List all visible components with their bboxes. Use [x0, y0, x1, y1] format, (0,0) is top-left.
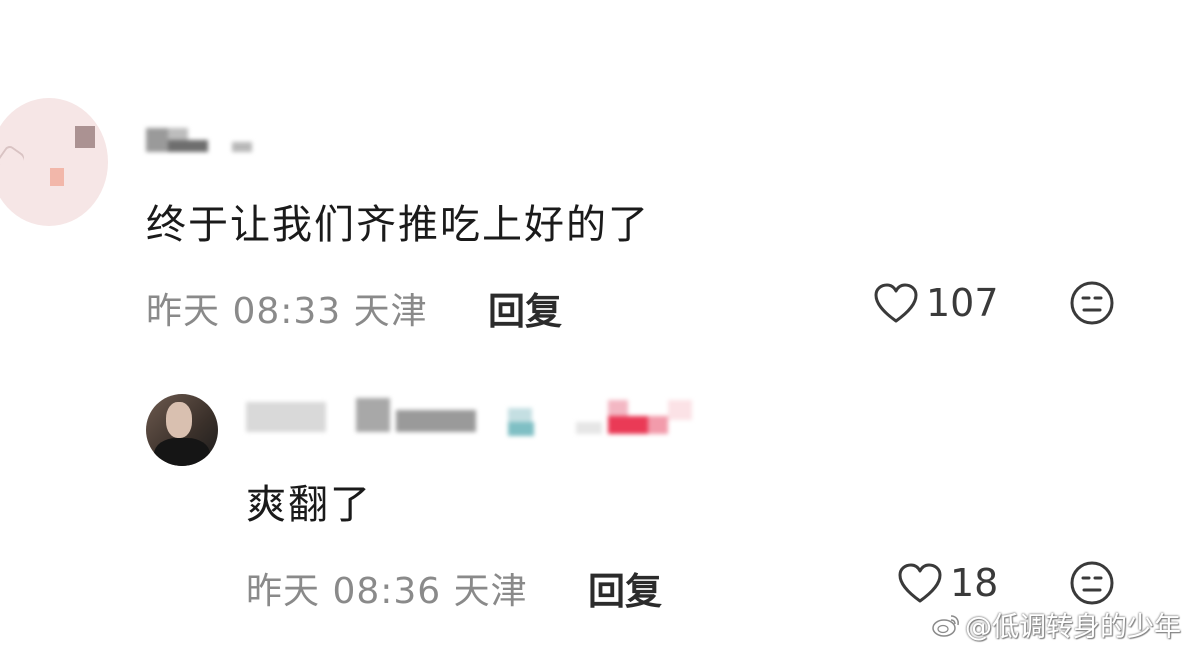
watermark-text: @低调转身的少年 [965, 612, 1181, 643]
reply-button[interactable]: 回复 [588, 561, 662, 615]
like-count: 18 [950, 561, 999, 605]
comment-text: 爽翻了 [246, 482, 372, 528]
like-button[interactable]: 18 [896, 561, 998, 605]
comment-thread: 终于让我们齐推吃上好的了 昨天 08:33 天津 回复 107 爽翻了 昨天 0 [0, 0, 1191, 652]
weibo-watermark: @低调转身的少年 [931, 605, 1181, 644]
comment-location: 天津 [453, 571, 528, 612]
weibo-icon [932, 614, 959, 637]
avatar[interactable] [0, 98, 108, 226]
heart-outline-icon [898, 563, 942, 603]
like-button[interactable]: 107 [872, 281, 999, 325]
username-obscured[interactable] [146, 124, 256, 156]
comment-timestamp: 昨天 08:36 天津 [246, 562, 528, 614]
reply-button[interactable]: 回复 [488, 281, 562, 335]
comment-timestamp: 昨天 08:33 天津 [146, 282, 428, 334]
avatar[interactable] [146, 394, 218, 466]
comment-time: 昨天 08:33 [146, 291, 342, 332]
comment-location: 天津 [353, 291, 428, 332]
like-count: 107 [926, 281, 999, 325]
comment-text: 终于让我们齐推吃上好的了 [146, 202, 650, 248]
meh-face-icon[interactable] [1069, 560, 1115, 606]
username-obscured[interactable] [246, 398, 696, 440]
heart-outline-icon [874, 283, 918, 323]
comment-time: 昨天 08:36 [246, 571, 442, 612]
meh-face-icon[interactable] [1069, 280, 1115, 326]
